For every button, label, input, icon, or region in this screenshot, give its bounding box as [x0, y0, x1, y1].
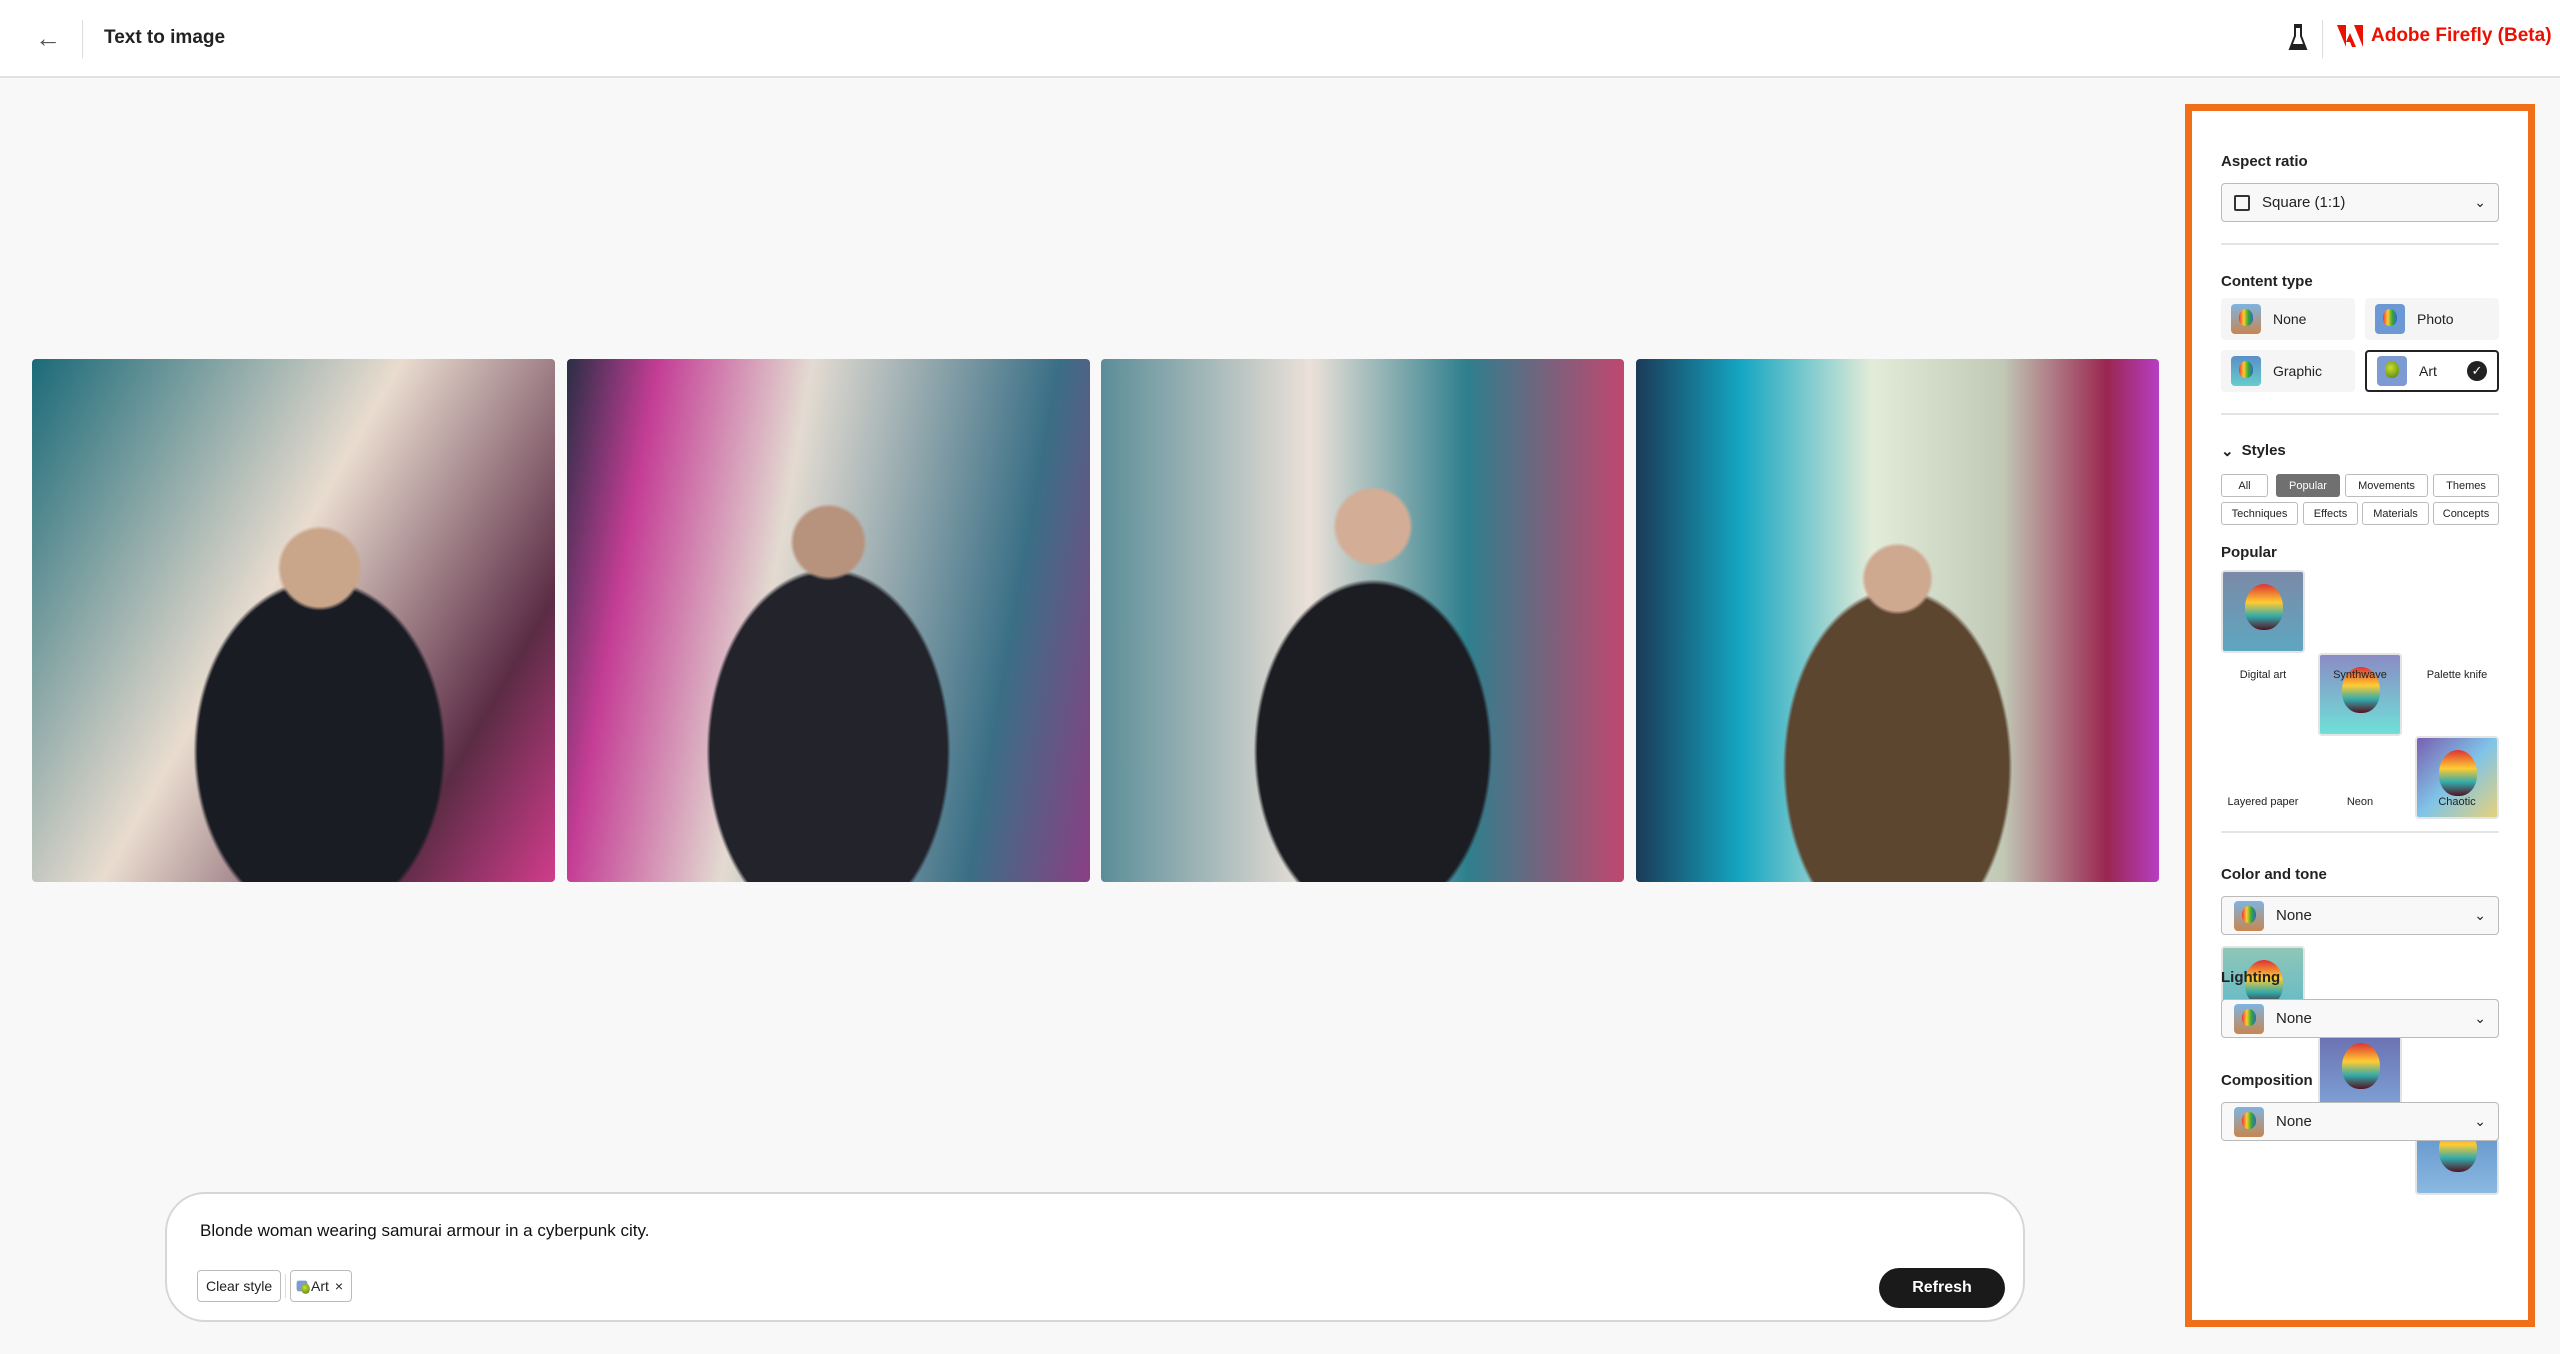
balloon-icon	[2375, 304, 2405, 334]
generated-image-2[interactable]	[567, 359, 1090, 882]
close-icon[interactable]: ×	[335, 1278, 343, 1294]
style-neon[interactable]	[2318, 1029, 2402, 1112]
lighting-dropdown[interactable]: None ⌄	[2221, 999, 2499, 1038]
styles-label: Styles	[2241, 442, 2286, 459]
filter-concepts[interactable]: Concepts	[2433, 502, 2499, 525]
dropdown-value: None	[2276, 1113, 2312, 1130]
divider	[2221, 243, 2499, 245]
filter-all[interactable]: All	[2221, 474, 2268, 497]
generated-image-4[interactable]	[1636, 359, 2159, 882]
style-caption: Layered paper	[2227, 796, 2299, 808]
balloon-icon	[2231, 356, 2261, 386]
divider	[2221, 413, 2499, 415]
dropdown-value: None	[2276, 1010, 2312, 1027]
balloon-icon	[2231, 304, 2261, 334]
aspect-ratio-label: Aspect ratio	[2221, 153, 2308, 170]
page-title: Text to image	[104, 27, 226, 48]
divider	[285, 1274, 286, 1298]
divider	[2221, 831, 2499, 833]
content-type-graphic[interactable]: Graphic	[2221, 350, 2355, 392]
lighting-label: Lighting	[2221, 969, 2281, 986]
settings-panel: Aspect ratio Square (1:1) ⌄ Content type…	[2185, 104, 2535, 1327]
aspect-ratio-dropdown[interactable]: Square (1:1) ⌄	[2221, 183, 2499, 222]
style-caption: Chaotic	[2438, 796, 2476, 808]
composition-dropdown[interactable]: None ⌄	[2221, 1102, 2499, 1141]
checkmark-icon: ✓	[2467, 361, 2487, 381]
brand-link[interactable]: Adobe Firefly (Beta)	[2337, 25, 2552, 47]
balloon-icon	[2377, 356, 2407, 386]
style-caption: Neon	[2346, 796, 2374, 808]
divider	[2322, 20, 2323, 58]
chevron-down-icon: ⌄	[2474, 1113, 2486, 1129]
filter-themes[interactable]: Themes	[2433, 474, 2499, 497]
content-type-label: Content type	[2221, 273, 2313, 290]
divider	[82, 20, 83, 58]
balloon-icon	[2234, 1003, 2264, 1034]
brand-name: Adobe Firefly (Beta)	[2371, 25, 2552, 46]
clear-style-button[interactable]: Clear style	[197, 1270, 282, 1302]
tile-label: Photo	[2417, 311, 2454, 327]
composition-label: Composition	[2221, 1072, 2313, 1089]
style-caption: Palette knife	[2426, 669, 2488, 681]
adobe-logo-icon	[2337, 25, 2363, 47]
popular-label: Popular	[2221, 544, 2277, 561]
style-caption: Synthwave	[2333, 669, 2387, 681]
styles-toggle[interactable]: ⌄ Styles	[2221, 442, 2286, 460]
filter-popular[interactable]: Popular	[2276, 474, 2340, 497]
balloon-icon	[2234, 900, 2264, 931]
chevron-down-icon: ⌄	[2474, 907, 2486, 923]
balloon-icon	[2234, 1106, 2264, 1137]
filter-effects[interactable]: Effects	[2303, 502, 2358, 525]
prompt-input[interactable]: Blonde woman wearing samurai armour in a…	[200, 1221, 649, 1241]
tile-label: Art	[2419, 363, 2437, 379]
chevron-down-icon: ⌄	[2474, 1010, 2486, 1026]
style-digital-art[interactable]	[2221, 570, 2305, 653]
tile-label: None	[2273, 311, 2307, 327]
dropdown-value: None	[2276, 907, 2312, 924]
style-synthwave[interactable]	[2318, 653, 2402, 736]
color-tone-label: Color and tone	[2221, 866, 2327, 883]
content-type-none[interactable]: None	[2221, 298, 2355, 340]
art-balloon-icon	[296, 1280, 310, 1294]
filter-techniques[interactable]: Techniques	[2221, 502, 2298, 525]
chevron-down-icon: ⌄	[2474, 194, 2486, 210]
flask-icon[interactable]	[2288, 22, 2308, 52]
chevron-down-icon: ⌄	[2221, 443, 2234, 460]
square-icon	[2234, 194, 2250, 211]
style-caption: Digital art	[2239, 669, 2287, 681]
generated-image-1[interactable]	[32, 359, 555, 882]
content-type-art[interactable]: Art ✓	[2365, 350, 2499, 392]
top-bar: ← Text to image Adobe Firefly (Beta)	[0, 0, 2560, 78]
content-type-photo[interactable]: Photo	[2365, 298, 2499, 340]
generated-image-3[interactable]	[1101, 359, 1624, 882]
refresh-button[interactable]: Refresh	[1879, 1268, 2005, 1308]
style-chip-art[interactable]: Art ×	[290, 1270, 353, 1302]
filter-movements[interactable]: Movements	[2345, 474, 2428, 497]
arrow-left-icon[interactable]: ←	[34, 24, 62, 52]
color-tone-dropdown[interactable]: None ⌄	[2221, 896, 2499, 935]
filter-materials[interactable]: Materials	[2362, 502, 2429, 525]
aspect-ratio-value: Square (1:1)	[2262, 194, 2346, 211]
tile-label: Graphic	[2273, 363, 2323, 379]
style-chip-label: Art	[311, 1278, 329, 1294]
prompt-box: Blonde woman wearing samurai armour in a…	[165, 1192, 2025, 1322]
